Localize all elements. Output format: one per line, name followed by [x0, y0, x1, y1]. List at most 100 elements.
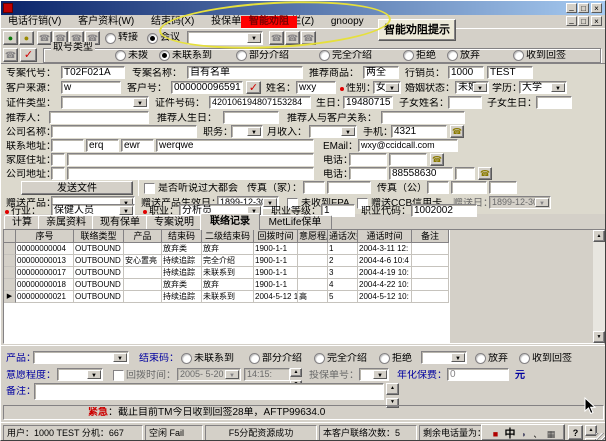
menu-item-gnoopy[interactable]: gnoopy [324, 15, 371, 29]
table-cell[interactable] [412, 255, 449, 267]
mdi-minimize-button[interactable]: _ [566, 16, 577, 26]
education-combobox[interactable]: 大学 [519, 81, 567, 94]
close-button[interactable]: × [591, 3, 602, 13]
column-header[interactable]: 通话次数 [328, 230, 358, 243]
agent-id-field[interactable]: 1000 [448, 66, 484, 79]
project-code-field[interactable]: T02F021A [61, 66, 125, 79]
column-header[interactable]: 备注 [412, 230, 449, 243]
row-selector-arrow-icon[interactable]: ▶ [4, 291, 16, 303]
dialtype-radio-weilianxidao[interactable] [159, 50, 170, 61]
column-header[interactable]: 意愿程度 [298, 230, 328, 243]
chevron-down-icon[interactable] [473, 83, 487, 92]
table-cell[interactable]: 放弃 [202, 279, 254, 291]
table-cell[interactable]: 4 [328, 279, 358, 291]
referrer-field[interactable] [49, 111, 149, 124]
call-start-icon[interactable] [3, 31, 18, 45]
smart-dissuade-tip-button[interactable]: 智能劝阻提示 [378, 19, 456, 41]
agent-name-field[interactable]: TEST [487, 66, 533, 79]
table-cell[interactable]: OUTBOUND [74, 267, 124, 279]
column-header[interactable]: 产品 [124, 230, 162, 243]
endcode-radio-wanquanjieshao[interactable] [314, 353, 325, 364]
fax-home-area-field[interactable] [303, 181, 325, 194]
column-header[interactable]: 联络类型 [74, 230, 124, 243]
tab-xianyoubaodan[interactable]: 现有保单 [92, 215, 148, 229]
table-cell[interactable]: 安心置亮 [124, 255, 162, 267]
product-rec-field[interactable]: 两全 [363, 66, 399, 79]
monitor-tool-icon[interactable] [269, 31, 284, 45]
table-cell[interactable]: 完全介绍 [202, 255, 254, 267]
company-addr-prefix-field[interactable] [51, 167, 65, 180]
chevron-down-icon[interactable] [87, 370, 101, 379]
tab-jisuan[interactable]: 计算 [4, 215, 40, 229]
transfer-radio[interactable] [105, 33, 116, 44]
conference-radio[interactable] [147, 33, 158, 44]
project-name-field[interactable]: 自有名单 [187, 66, 303, 79]
chevron-down-icon[interactable] [341, 127, 355, 136]
table-cell[interactable]: OUTBOUND [74, 255, 124, 267]
scroll-up-icon[interactable] [593, 230, 605, 242]
willing-combobox[interactable] [57, 368, 103, 381]
cust-no-verify-icon[interactable] [246, 81, 261, 94]
table-vscrollbar[interactable] [593, 230, 605, 343]
record-tool-icon[interactable] [301, 31, 316, 45]
mdi-close-button[interactable]: × [591, 16, 602, 26]
ime-lang-label[interactable]: 中 [504, 428, 515, 440]
remark-spin-buttons[interactable] [386, 383, 397, 400]
premium-field[interactable]: 0 [447, 368, 509, 381]
mdi-restore-button[interactable]: □ [578, 16, 589, 26]
spin-up-icon[interactable] [386, 383, 399, 395]
send-file-button[interactable]: 发送文件 [21, 181, 133, 195]
table-cell[interactable]: 放弃类 [162, 243, 202, 255]
table-cell[interactable]: OUTBOUND [74, 243, 124, 255]
tab-qinshuziliao[interactable]: 亲属资料 [38, 215, 94, 229]
column-header[interactable]: 结束码 [162, 230, 202, 243]
menu-item-jieshuma[interactable]: 结束码(X) [144, 15, 201, 29]
time-spin-buttons[interactable] [290, 368, 300, 381]
table-cell[interactable]: 2004-5-12 10: [358, 291, 412, 303]
phone2-area-field[interactable] [349, 167, 387, 180]
cust-source-field[interactable]: w [61, 81, 121, 94]
heard-metlife-checkbox[interactable] [144, 183, 155, 194]
table-cell[interactable]: 放弃类 [162, 279, 202, 291]
chevron-down-icon[interactable] [551, 83, 565, 92]
table-cell[interactable]: 00000000021 [16, 291, 74, 303]
row-selector[interactable] [4, 243, 16, 255]
dialtype-radio-jujue[interactable] [403, 50, 414, 61]
birthday-field[interactable]: 19480715 [343, 96, 393, 109]
phone1-dial-icon[interactable] [430, 153, 444, 166]
table-cell[interactable]: 未联系到 [202, 291, 254, 303]
table-cell[interactable]: 1900-1-1 [254, 255, 298, 267]
marital-combobox[interactable]: 未婚 [455, 81, 489, 94]
menu-item-dianhuaxingxiao[interactable]: 电话行销(V) [1, 15, 68, 29]
name-field[interactable]: wxy [296, 81, 336, 94]
phone2-ext-field[interactable] [455, 167, 475, 180]
id-type-combobox[interactable] [61, 96, 149, 109]
dialtype-radio-wanquanjieshao[interactable] [319, 50, 330, 61]
table-row[interactable]: 00000000017OUTBOUND持续追踪未联系到1900-1-132004… [4, 267, 450, 279]
spin-up-icon[interactable] [290, 368, 302, 377]
column-header[interactable]: 回拨时间 [254, 230, 298, 243]
home-addr-field[interactable] [67, 153, 314, 166]
table-cell[interactable]: 持续追踪 [162, 255, 202, 267]
tab-metlifebaodan[interactable]: MetLife保单 [258, 215, 332, 229]
child-name-field[interactable] [448, 96, 482, 109]
tab-lianluojilu[interactable]: 联络记录 [200, 213, 260, 230]
row-selector[interactable] [4, 267, 16, 279]
table-cell[interactable]: OUTBOUND [74, 291, 124, 303]
table-cell[interactable]: 00000000013 [16, 255, 74, 267]
mobile-dial-icon[interactable] [450, 125, 464, 138]
table-cell[interactable] [412, 267, 449, 279]
scroll-down-icon[interactable] [593, 331, 605, 343]
chevron-down-icon[interactable] [133, 98, 147, 107]
minimize-button[interactable]: _ [566, 3, 577, 13]
redial-tool-icon[interactable] [3, 48, 18, 62]
callback-checkbox[interactable] [113, 370, 124, 381]
chevron-down-icon[interactable] [247, 127, 261, 136]
table-cell[interactable]: 高 [298, 291, 328, 303]
table-cell[interactable] [412, 243, 449, 255]
dialtype-radio-shoudaohuiqian[interactable] [513, 50, 524, 61]
home-addr-prefix-field[interactable] [51, 153, 65, 166]
id-no-field[interactable]: 420106194807153284 [209, 96, 311, 109]
table-cell[interactable]: 未联系到 [202, 267, 254, 279]
address-seg3-field[interactable]: ewr [121, 139, 154, 152]
